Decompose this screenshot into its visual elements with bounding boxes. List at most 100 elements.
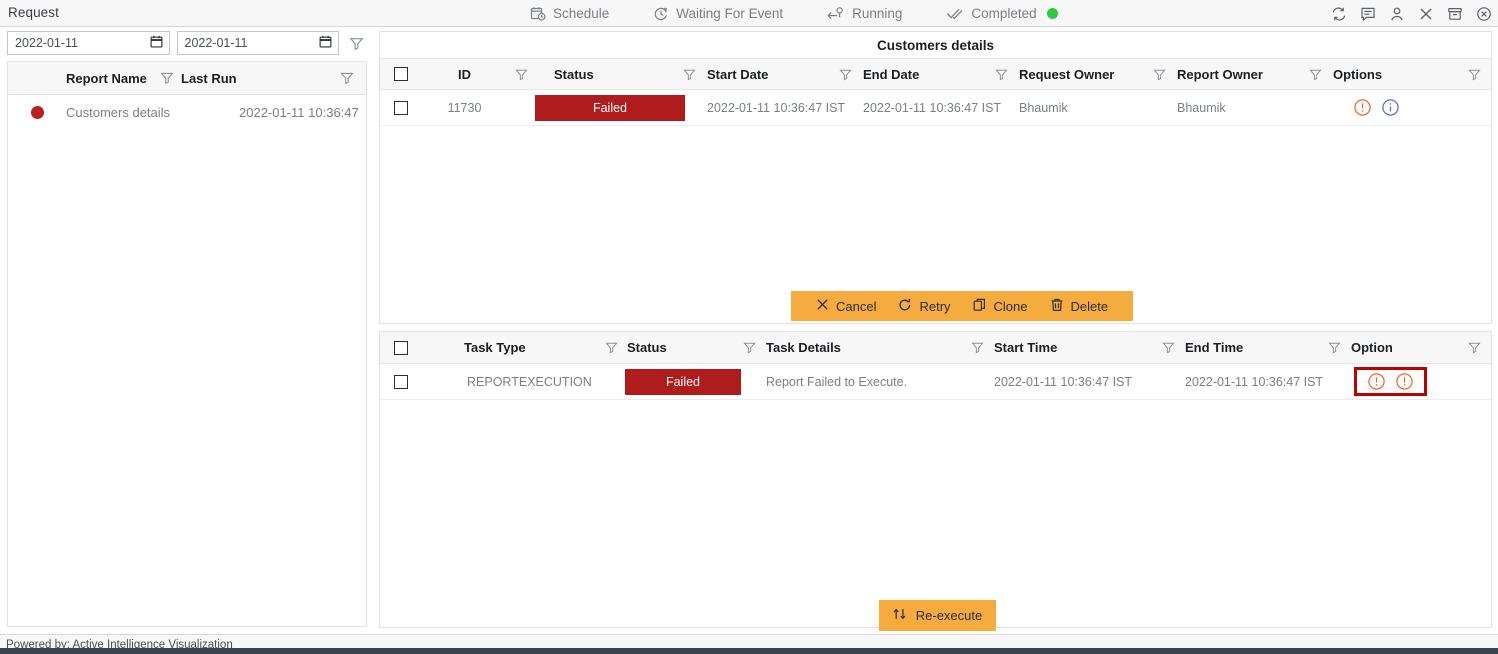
cancel-button[interactable]: Cancel (805, 298, 887, 314)
nav-item-label: Schedule (553, 6, 610, 21)
date-filter-row: 2022-01-11 2022-01-11 (7, 31, 367, 55)
cell-end-time: 2022-01-11 10:36:47 IST (1185, 374, 1324, 389)
report-name-value: Customers details (66, 104, 171, 120)
user-icon[interactable] (1389, 6, 1405, 22)
cell-request-owner: Bhaumik (1019, 100, 1068, 115)
select-all-cell (380, 340, 422, 355)
calendar-icon[interactable] (319, 35, 332, 51)
info-circle-icon[interactable] (1381, 98, 1400, 117)
filter-task-details-icon[interactable] (963, 341, 991, 354)
funnel-icon[interactable] (346, 36, 367, 51)
calendar-clock-icon (530, 6, 546, 22)
delete-button[interactable]: Delete (1039, 298, 1120, 315)
taskbar-strip (0, 648, 1498, 654)
window-controls (1331, 0, 1492, 27)
cell-status: Failed (625, 368, 763, 395)
filter-request-owner-icon[interactable] (1145, 68, 1173, 81)
refresh-icon[interactable] (1331, 6, 1347, 22)
column-header-request-owner: Request Owner (1019, 66, 1115, 82)
date-from-value: 2022-01-11 (15, 36, 79, 50)
archive-icon[interactable] (1447, 6, 1463, 22)
report-list-table: Report Name Last Run Customers details 2… (7, 61, 367, 627)
last-run-value: 2022-01-11 10:36:47 (239, 104, 359, 120)
filter-start-date-icon[interactable] (831, 68, 859, 81)
status-badge: Failed (625, 368, 741, 395)
column-header-last-run: Last Run (181, 70, 237, 86)
alert-circle-icon[interactable] (1353, 98, 1372, 117)
alert-circle-icon[interactable] (1395, 372, 1414, 391)
clock-icon (653, 6, 669, 22)
double-check-icon (946, 6, 964, 22)
report-list-header: Report Name Last Run (8, 62, 366, 95)
filter-report-owner-icon[interactable] (1301, 68, 1329, 81)
filter-task-type-icon[interactable] (597, 341, 625, 354)
filter-options-icon[interactable] (1457, 68, 1491, 81)
cell-option (1348, 367, 1491, 396)
column-header-id: ID (458, 66, 471, 82)
x-icon (816, 298, 829, 314)
column-header-report-name: Report Name (66, 70, 147, 86)
date-to-input[interactable]: 2022-01-11 (176, 31, 339, 55)
filter-status-icon[interactable] (735, 341, 763, 354)
filter-id-icon[interactable] (507, 68, 535, 81)
cell-task-details: Report Failed to Execute. (766, 374, 908, 389)
nav-item-completed[interactable]: Completed (924, 0, 1079, 27)
copy-icon (973, 298, 987, 315)
cell-start-date: 2022-01-11 10:36:47 IST (707, 100, 846, 115)
nav-item-running[interactable]: Running (805, 0, 924, 27)
option-highlight-box (1354, 367, 1427, 396)
comment-icon[interactable] (1360, 6, 1376, 22)
clone-button[interactable]: Clone (962, 298, 1039, 315)
list-item[interactable]: Customers details 2022-01-11 10:36:47 (8, 95, 366, 129)
column-header-end-time: End Time (1185, 340, 1244, 355)
table-row[interactable]: 11730 Failed 2022-01-11 10:36:47 IST 202… (380, 90, 1491, 126)
completed-status-dot (1046, 8, 1058, 19)
nav-item-label: Running (852, 6, 903, 21)
filter-report-name-icon[interactable] (153, 71, 181, 85)
column-header-report-owner: Report Owner (1177, 66, 1263, 82)
select-all-checkbox[interactable] (394, 67, 408, 81)
column-header-start-date: Start Date (707, 66, 769, 82)
filter-last-run-icon[interactable] (291, 71, 366, 85)
filter-end-time-icon[interactable] (1320, 341, 1348, 354)
status-dot-cell (8, 105, 66, 119)
select-all-checkbox[interactable] (394, 340, 408, 355)
request-table-header: ID Status Start Date End Date Request Ow… (380, 58, 1491, 90)
row-select-cell (380, 100, 422, 115)
nav-item-waiting-for-event[interactable]: Waiting For Event (631, 0, 805, 27)
alert-circle-icon[interactable] (1367, 372, 1386, 391)
date-from-input[interactable]: 2022-01-11 (7, 31, 170, 55)
trash-icon (1050, 298, 1064, 315)
page-title: Customers details (876, 37, 995, 53)
cell-id: 11730 (447, 100, 482, 115)
cell-end-date: 2022-01-11 10:36:47 IST (863, 100, 1002, 115)
calendar-icon[interactable] (150, 35, 163, 51)
cell-report-owner: Bhaumik (1177, 100, 1226, 115)
filter-option-icon[interactable] (1457, 341, 1491, 354)
cell-status: Failed (535, 94, 703, 121)
cancel-label: Cancel (836, 298, 877, 314)
close-x-icon[interactable] (1418, 6, 1434, 22)
app-title: Request (8, 5, 59, 20)
re-execute-button[interactable]: Re-execute (879, 600, 996, 631)
nav-item-schedule[interactable]: Schedule (508, 0, 631, 27)
request-action-bar: Cancel Retry Clone Delete (791, 291, 1134, 321)
filter-start-time-icon[interactable] (1154, 341, 1182, 354)
column-header-end-date: End Date (863, 66, 920, 82)
row-select-cell (380, 374, 422, 389)
circle-x-icon[interactable] (1476, 6, 1492, 22)
filter-status-icon[interactable] (675, 68, 703, 81)
row-checkbox[interactable] (394, 100, 408, 115)
retry-button[interactable]: Retry (887, 298, 961, 315)
delete-label: Delete (1070, 298, 1109, 314)
table-row[interactable]: REPORTEXECUTION Failed Report Failed to … (380, 364, 1491, 400)
cell-options (1329, 98, 1491, 117)
date-to-value: 2022-01-11 (184, 36, 248, 50)
refresh-cw-icon (898, 298, 912, 315)
filter-end-date-icon[interactable] (987, 68, 1015, 81)
retry-label: Retry (919, 298, 951, 314)
status-nav: Schedule Waiting For Event Running Compl… (508, 0, 1080, 27)
row-checkbox[interactable] (394, 374, 408, 389)
status-failed-dot-icon (30, 105, 44, 119)
running-arrow-icon (827, 6, 845, 22)
